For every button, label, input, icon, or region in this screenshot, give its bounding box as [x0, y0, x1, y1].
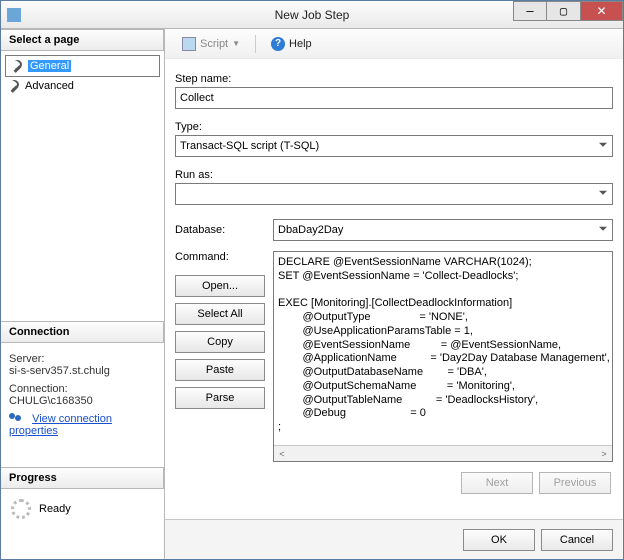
wrench-icon	[10, 59, 24, 73]
script-label: Script	[200, 38, 228, 50]
server-value: si-s-serv357.st.chulg	[9, 365, 156, 377]
database-select[interactable]	[273, 219, 613, 241]
chevron-down-icon: ▼	[232, 39, 240, 48]
help-label: Help	[289, 38, 312, 50]
type-label: Type:	[175, 121, 613, 133]
progress-status: Ready	[39, 503, 71, 515]
runas-select[interactable]	[175, 183, 613, 205]
progress-header: Progress	[1, 467, 164, 489]
paste-button[interactable]: Paste	[175, 359, 265, 381]
cancel-button[interactable]: Cancel	[541, 529, 613, 551]
open-button[interactable]: Open...	[175, 275, 265, 297]
connection-header: Connection	[1, 321, 164, 343]
form-area: Step name: Type: Run as: Database: Comma…	[165, 59, 623, 519]
people-icon	[9, 413, 25, 425]
wrench-icon	[7, 79, 21, 93]
runas-label: Run as:	[175, 169, 613, 181]
script-button[interactable]: Script ▼	[175, 34, 247, 54]
command-box: < >	[273, 251, 613, 462]
progress-spinner-icon	[11, 499, 31, 519]
help-icon: ?	[271, 37, 285, 51]
select-page-header: Select a page	[1, 29, 164, 51]
copy-button[interactable]: Copy	[175, 331, 265, 353]
toolbar: Script ▼ ? Help	[165, 29, 623, 59]
right-panel: Script ▼ ? Help Step name: Type: Run as:…	[164, 29, 623, 559]
page-item-label: Advanced	[25, 80, 74, 92]
dialog-footer: OK Cancel	[165, 519, 623, 559]
toolbar-divider	[255, 35, 256, 53]
progress-area: Ready	[1, 489, 164, 529]
command-textarea[interactable]	[274, 252, 612, 442]
connection-label: Connection:	[9, 383, 156, 395]
command-scrollbar[interactable]: < >	[274, 445, 612, 461]
page-item-label: General	[28, 60, 71, 72]
parse-button[interactable]: Parse	[175, 387, 265, 409]
window-title: New Job Step	[1, 8, 623, 22]
next-button[interactable]: Next	[461, 472, 533, 494]
ok-button[interactable]: OK	[463, 529, 535, 551]
scroll-right-icon[interactable]: >	[596, 449, 612, 459]
step-name-input[interactable]	[175, 87, 613, 109]
title-bar: New Job Step — ▢ ✕	[1, 1, 623, 29]
scroll-left-icon[interactable]: <	[274, 449, 290, 459]
help-button[interactable]: ? Help	[264, 34, 319, 54]
command-label: Command:	[175, 251, 265, 263]
select-all-button[interactable]: Select All	[175, 303, 265, 325]
connection-info: Server: si-s-serv357.st.chulg Connection…	[1, 343, 164, 441]
type-select[interactable]	[175, 135, 613, 157]
step-name-label: Step name:	[175, 73, 613, 85]
connection-value: CHULG\c168350	[9, 395, 156, 407]
script-icon	[182, 37, 196, 51]
page-item-general[interactable]: General	[5, 55, 160, 77]
page-item-advanced[interactable]: Advanced	[5, 78, 160, 94]
previous-button[interactable]: Previous	[539, 472, 611, 494]
left-panel: Select a page General Advanced Connectio…	[1, 29, 164, 559]
server-label: Server:	[9, 353, 156, 365]
database-label: Database:	[175, 224, 265, 236]
page-list: General Advanced	[1, 51, 164, 95]
